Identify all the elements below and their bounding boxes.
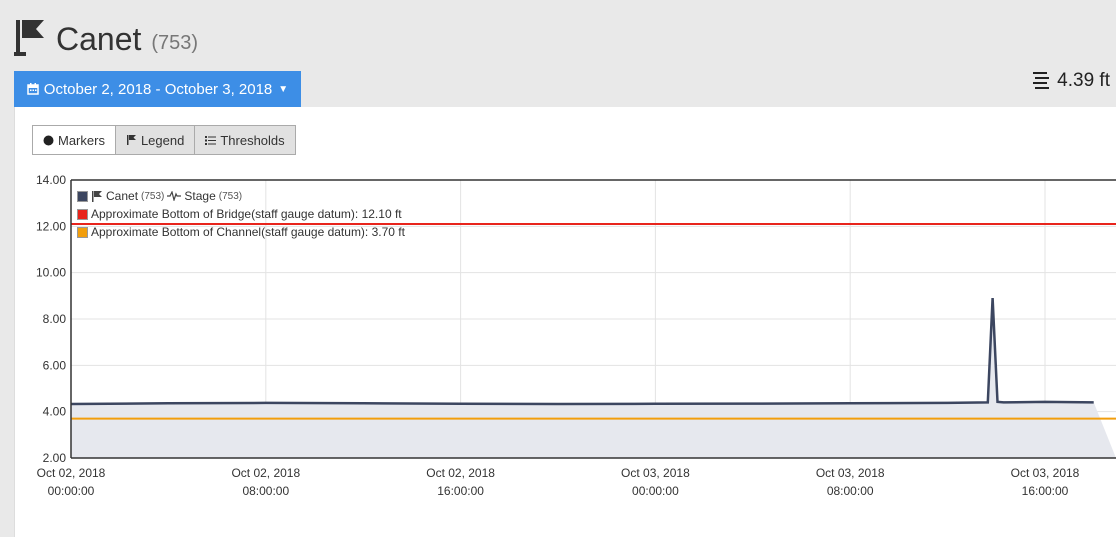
legend-series[interactable]: Canet (753) Stage (753)	[77, 187, 405, 205]
x-tick-time: 00:00:00	[48, 484, 95, 498]
x-tick-time: 08:00:00	[242, 484, 289, 498]
legend-threshold-channel-label: Approximate Bottom of Channel(staff gaug…	[91, 225, 405, 239]
legend-series-type: Stage	[184, 189, 216, 203]
x-tick-time: 08:00:00	[827, 484, 874, 498]
x-tick-time: 00:00:00	[632, 484, 679, 498]
y-tick-label: 6.00	[43, 358, 67, 372]
y-tick-label: 10.00	[36, 266, 66, 280]
y-tick-label: 8.00	[43, 312, 67, 326]
y-tick-label: 4.00	[43, 405, 67, 419]
legend-series-id: (753)	[141, 190, 165, 202]
channel-swatch	[77, 226, 88, 238]
x-tick-date: Oct 03, 2018	[621, 466, 690, 480]
chart-legend: Canet (753) Stage (753) Approximate Bott…	[77, 187, 405, 241]
x-tick-date: Oct 02, 2018	[426, 466, 495, 480]
legend-threshold-bridge[interactable]: Approximate Bottom of Bridge(staff gauge…	[77, 205, 405, 223]
series-swatch	[77, 190, 88, 202]
x-tick-date: Oct 02, 2018	[37, 466, 106, 480]
y-tick-label: 12.00	[36, 219, 66, 233]
legend-threshold-channel[interactable]: Approximate Bottom of Channel(staff gaug…	[77, 223, 405, 241]
y-tick-label: 2.00	[43, 451, 67, 465]
legend-threshold-bridge-label: Approximate Bottom of Bridge(staff gauge…	[91, 207, 402, 221]
x-tick-date: Oct 03, 2018	[1011, 466, 1080, 480]
x-tick-date: Oct 03, 2018	[816, 466, 885, 480]
legend-series-name: Canet	[106, 189, 139, 203]
bridge-swatch	[77, 208, 88, 220]
waveform-icon	[167, 191, 182, 201]
x-tick-time: 16:00:00	[1022, 484, 1069, 498]
x-tick-time: 16:00:00	[437, 484, 484, 498]
legend-series-type-id: (753)	[218, 190, 243, 202]
flag-icon	[92, 190, 102, 202]
x-tick-date: Oct 02, 2018	[231, 466, 300, 480]
y-tick-label: 14.00	[36, 173, 66, 187]
stage-chart: 2.00 4.00 6.00 8.00 10.00 12.00 14.00 Oct 02, 2…	[36, 173, 1116, 498]
